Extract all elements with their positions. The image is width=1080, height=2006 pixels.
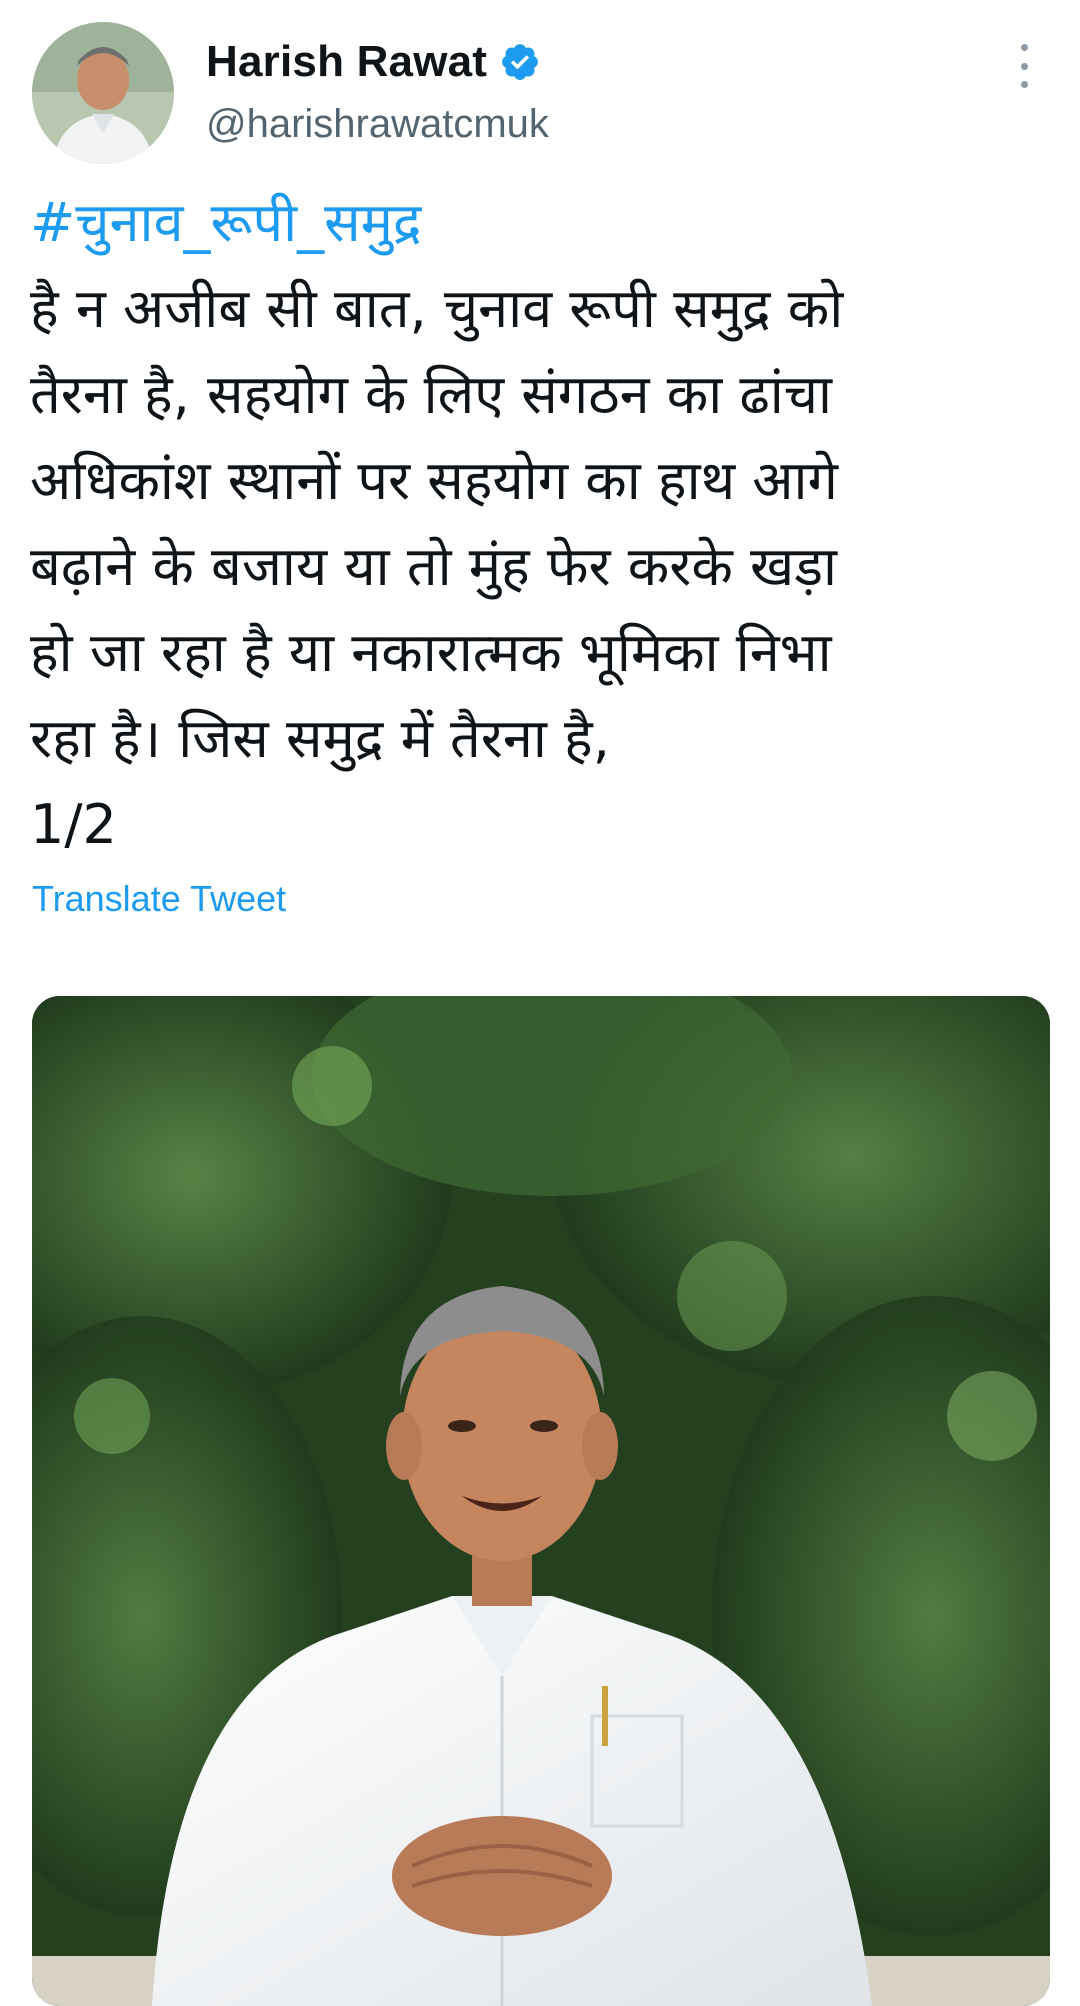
display-name[interactable]: Harish Rawat: [206, 37, 487, 87]
verified-badge-icon: [499, 41, 541, 83]
tweet-line: तैरना है, सहयोग के लिए संगठन का ढांचा: [30, 363, 833, 426]
tweet-line: हो जा रहा है या नकारात्मक भूमिका निभा: [30, 621, 832, 684]
thread-counter: 1/2: [30, 793, 117, 856]
photo-of-man-in-white-shirt: [32, 996, 1050, 2006]
user-handle[interactable]: @harishrawatcmuk: [206, 102, 549, 147]
name-row: Harish Rawat: [206, 34, 541, 90]
tweet-header: Harish Rawat @harishrawatcmuk: [0, 0, 1080, 180]
tweet-line: रहा है। जिस समुद्र में तैरना है,: [30, 707, 610, 770]
avatar[interactable]: [32, 22, 174, 164]
translate-tweet-link[interactable]: Translate Tweet: [32, 878, 286, 920]
avatar-photo: [32, 22, 174, 164]
tweet-line: बढ़ाने के बजाय या तो मुंह फेर करके खड़ा: [30, 535, 838, 598]
hashtag-link[interactable]: #चुनाव_रूपी_समुद्र: [30, 180, 1050, 266]
tweet-media-photo[interactable]: [32, 996, 1050, 2006]
more-options-icon[interactable]: [1004, 44, 1044, 88]
tweet-line: अधिकांश स्थानों पर सहयोग का हाथ आगे: [30, 449, 838, 512]
tweet-line: है न अजीब सी बात, चुनाव रूपी समुद्र को: [30, 277, 844, 340]
tweet-text: #चुनाव_रूपी_समुद्र है न अजीब सी बात, चुन…: [30, 180, 1050, 868]
